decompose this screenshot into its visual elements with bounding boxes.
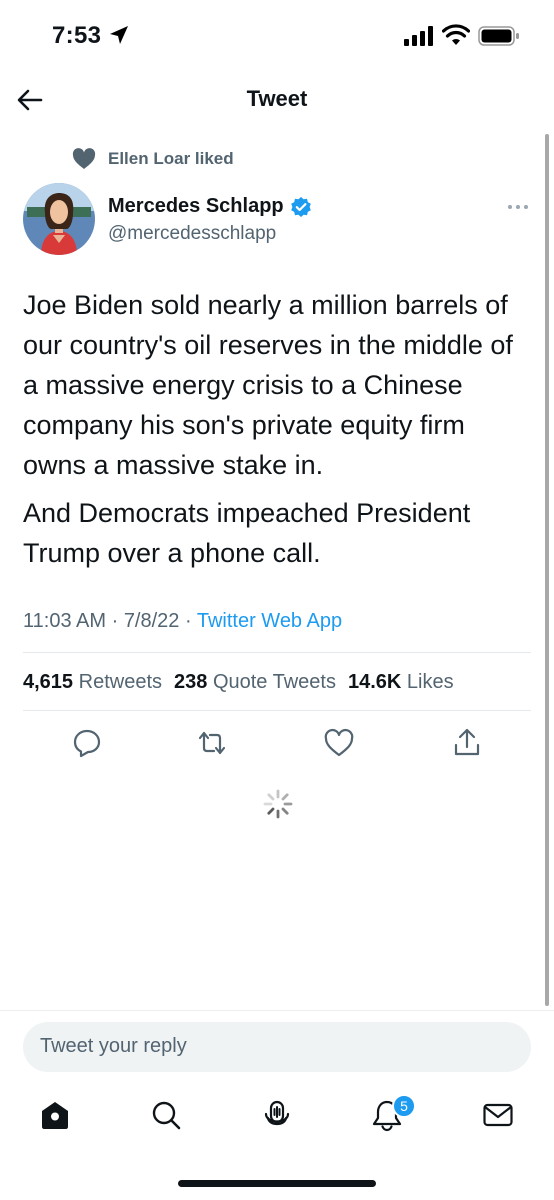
notifications-badge: 5	[392, 1094, 416, 1118]
separator-dot: ·	[184, 610, 197, 632]
avatar[interactable]	[23, 183, 95, 255]
divider	[23, 652, 531, 653]
author-name[interactable]: Mercedes Schlapp	[108, 195, 284, 218]
home-indicator[interactable]	[178, 1180, 376, 1187]
likes-stat[interactable]: 14.6K Likes	[348, 671, 454, 694]
reply-input[interactable]: Tweet your reply	[23, 1022, 531, 1072]
divider	[23, 710, 531, 711]
tweet-paragraph: Joe Biden sold nearly a million barrels …	[23, 290, 513, 480]
search-icon[interactable]	[149, 1098, 183, 1132]
tweet-time[interactable]: 11:03 AM	[23, 610, 106, 632]
retweets-stat[interactable]: 4,615 Retweets	[23, 671, 162, 694]
home-icon[interactable]	[38, 1098, 72, 1132]
tweet-paragraph: And Democrats impeached President Trump …	[23, 498, 471, 568]
like-icon[interactable]	[323, 727, 355, 759]
tweet-source-link[interactable]: Twitter Web App	[197, 610, 342, 632]
separator-dot: ·	[111, 610, 124, 632]
heart-filled-icon	[72, 148, 96, 169]
battery-icon	[478, 26, 519, 46]
social-context-text: Ellen Loar liked	[108, 149, 234, 168]
scrollbar[interactable]	[545, 134, 549, 1006]
navigation-bar: Tweet	[0, 72, 554, 128]
verified-badge-icon	[290, 196, 311, 217]
retweet-icon[interactable]	[196, 727, 228, 759]
reply-divider	[0, 1010, 554, 1011]
share-icon[interactable]	[451, 727, 483, 759]
tweet-stats: 4,615 Retweets 238 Quote Tweets 14.6K Li…	[23, 671, 454, 694]
tweet-text: Joe Biden sold nearly a million barrels …	[23, 285, 533, 573]
reply-placeholder: Tweet your reply	[40, 1035, 187, 1057]
status-bar: 7:53	[0, 0, 554, 72]
location-arrow-icon	[110, 26, 128, 44]
page-title: Tweet	[246, 86, 308, 111]
cellular-signal-icon	[404, 26, 433, 46]
reply-icon[interactable]	[71, 727, 103, 759]
more-options-icon[interactable]	[506, 200, 530, 214]
social-context: Ellen Loar liked	[72, 146, 234, 172]
status-time: 7:53	[52, 22, 102, 49]
quote-tweets-stat[interactable]: 238 Quote Tweets	[174, 671, 336, 694]
tweet-date[interactable]: 7/8/22	[124, 610, 180, 632]
spaces-icon[interactable]	[260, 1098, 294, 1132]
messages-icon[interactable]	[481, 1098, 515, 1132]
author-handle[interactable]: @mercedesschlapp	[108, 223, 276, 245]
avatar-image	[23, 183, 95, 255]
author-name-row[interactable]: Mercedes Schlapp	[108, 195, 312, 218]
tweet-metadata: 11:03 AM · 7/8/22 · Twitter Web App	[23, 610, 342, 633]
loading-spinner-icon	[263, 789, 293, 819]
wifi-icon	[442, 24, 470, 45]
